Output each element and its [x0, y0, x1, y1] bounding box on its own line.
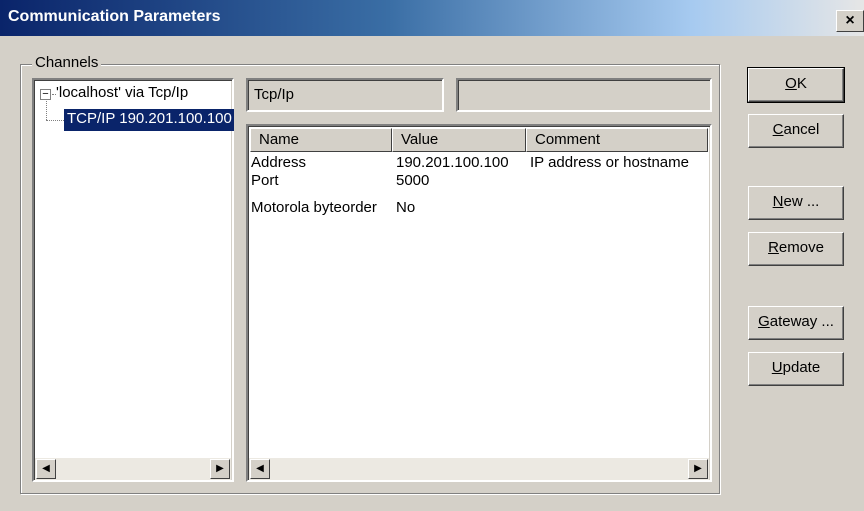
gateway-button[interactable]: Gateway ... [748, 306, 844, 340]
scroll-left-icon[interactable]: ◀ [250, 459, 270, 479]
param-value-cell[interactable]: No [396, 199, 415, 216]
column-header-comment[interactable]: Comment [526, 128, 708, 152]
cancel-label: ancel [783, 121, 820, 138]
tree-item-localhost[interactable]: 'localhost' via Tcp/Ip [56, 84, 188, 101]
channels-group-label: Channels [32, 54, 102, 71]
scroll-right-icon[interactable]: ▶ [688, 459, 708, 479]
param-name-cell[interactable]: Address [251, 154, 306, 171]
ok-label: K [796, 75, 807, 92]
tree-item-tcpip-channel[interactable]: TCP/IP 190.201.100.100 [64, 109, 234, 131]
param-name-cell[interactable]: Port [251, 172, 279, 189]
gateway-label: ateway ... [769, 313, 834, 330]
param-value-cell[interactable]: 5000 [396, 172, 429, 189]
cancel-button[interactable]: Cancel [748, 114, 844, 148]
remove-label: emove [778, 239, 824, 256]
cancel-mnemonic: C [772, 121, 784, 138]
column-header-value[interactable]: Value [392, 128, 526, 152]
tree-connector [46, 101, 47, 120]
remove-mnemonic: R [768, 239, 779, 256]
remove-button[interactable]: Remove [748, 232, 844, 266]
close-button[interactable]: × [836, 10, 864, 32]
tree-collapse-icon[interactable]: − [40, 89, 51, 100]
ok-mnemonic: O [785, 75, 797, 92]
tree-connector [46, 120, 64, 121]
window-title: Communication Parameters [8, 8, 221, 25]
gateway-mnemonic: G [758, 313, 770, 330]
scroll-left-icon[interactable]: ◀ [36, 459, 56, 479]
tree-horizontal-scrollbar[interactable] [35, 458, 231, 480]
scroll-right-icon[interactable]: ▶ [210, 459, 230, 479]
driver-info-field [456, 78, 712, 112]
ok-button[interactable]: OK [747, 67, 845, 103]
param-value-cell[interactable]: 190.201.100.100 [396, 154, 509, 171]
new-button[interactable]: New ... [748, 186, 844, 220]
table-horizontal-scrollbar[interactable] [249, 458, 709, 480]
param-comment-cell: IP address or hostname [530, 154, 689, 171]
channel-tree[interactable] [32, 78, 234, 482]
parameter-table[interactable] [246, 124, 712, 482]
column-header-name[interactable]: Name [250, 128, 392, 152]
driver-name-field: Tcp/Ip [246, 78, 444, 112]
param-name-cell[interactable]: Motorola byteorder [251, 199, 377, 216]
update-button[interactable]: Update [748, 352, 844, 386]
update-mnemonic: U [771, 359, 783, 376]
new-mnemonic: N [772, 193, 784, 210]
update-label: pdate [782, 359, 821, 376]
new-label: ew ... [783, 193, 820, 210]
